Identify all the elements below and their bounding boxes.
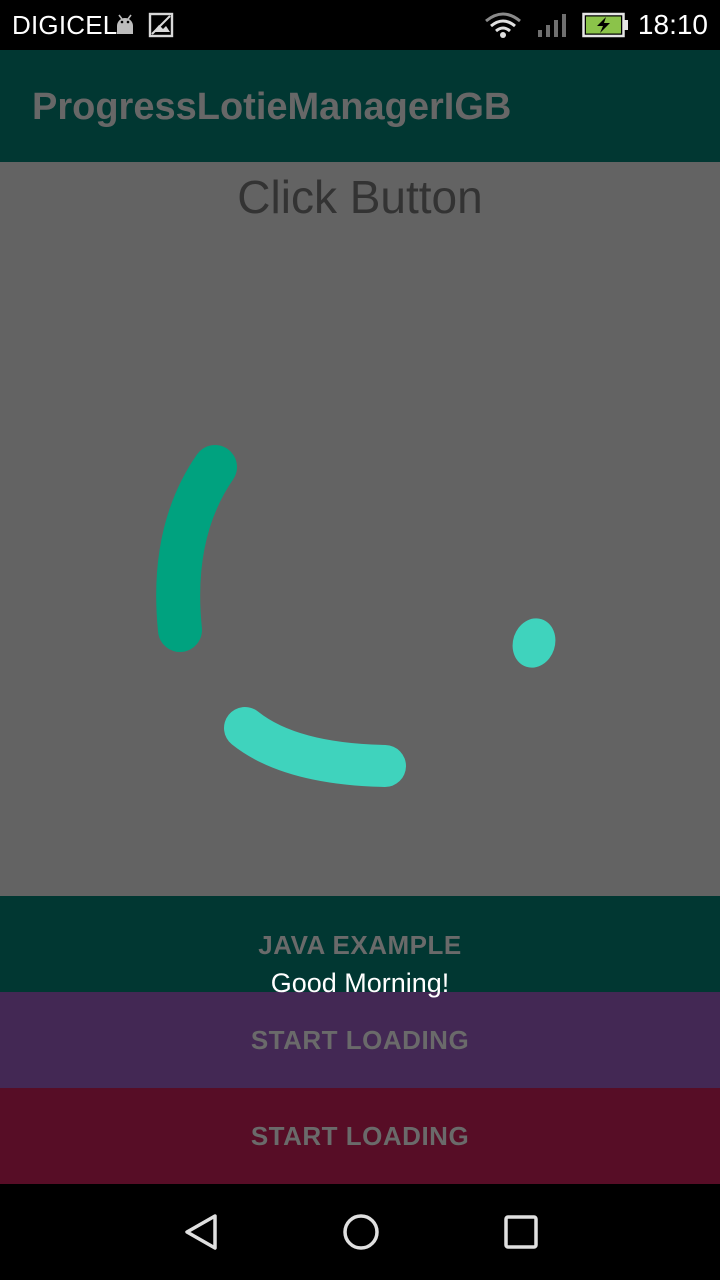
- wifi-icon: [484, 11, 522, 44]
- android-icon: [114, 13, 136, 42]
- app-bar: ProgressLotieManagerIGB: [0, 50, 720, 162]
- navigation-bar: [0, 1184, 720, 1280]
- status-bar: DIGICEL 18:10: [0, 0, 720, 50]
- home-icon[interactable]: [337, 1208, 385, 1256]
- status-clock: 18:10: [637, 9, 708, 40]
- spinner-arc-light: [224, 707, 406, 787]
- app-title: ProgressLotieManagerIGB: [32, 86, 512, 128]
- toast-message: Good Morning!: [270, 968, 450, 998]
- start-loading-button-1[interactable]: START LOADING: [0, 992, 720, 1088]
- java-example-label: JAVA EXAMPLE: [258, 930, 462, 960]
- start-loading-label-2: START LOADING: [250, 1121, 470, 1151]
- recents-icon[interactable]: [497, 1208, 545, 1256]
- start-loading-button-2[interactable]: START LOADING: [0, 1088, 720, 1184]
- loading-overlay[interactable]: Click Button: [0, 162, 720, 896]
- back-icon[interactable]: [177, 1208, 225, 1256]
- signal-icon: [536, 12, 568, 43]
- image-icon: [148, 12, 174, 43]
- spinner-dot: [512, 618, 556, 668]
- battery-charging-icon: [582, 12, 630, 43]
- loading-spinner: [156, 445, 556, 787]
- spinner-arc-dark: [156, 445, 237, 652]
- carrier-name: DIGICEL: [12, 10, 118, 40]
- start-loading-label-1: START LOADING: [250, 1025, 470, 1055]
